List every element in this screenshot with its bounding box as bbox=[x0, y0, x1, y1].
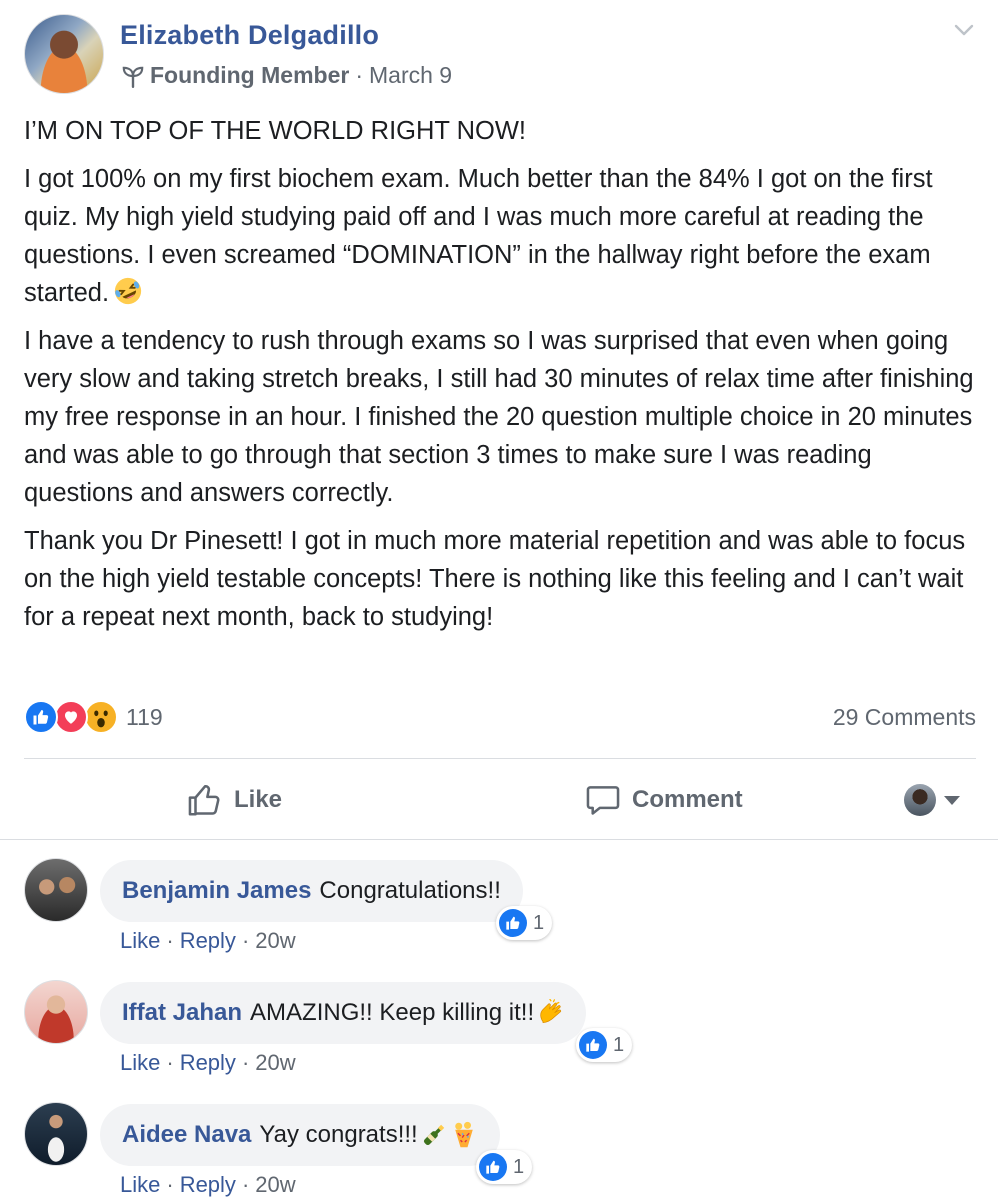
love-reaction-icon bbox=[54, 700, 88, 734]
separator-dot: · bbox=[241, 1050, 250, 1075]
react-as-selector[interactable] bbox=[904, 784, 960, 816]
comment-actions: Like · Reply · 20w bbox=[120, 1050, 296, 1076]
sprout-icon bbox=[122, 66, 144, 88]
comment-actions: Like · Reply · 20w bbox=[120, 1172, 296, 1198]
caret-down-icon bbox=[944, 795, 960, 805]
like-button[interactable]: Like bbox=[186, 762, 282, 838]
post-paragraph-text: I got 100% on my first biochem exam. Muc… bbox=[24, 165, 933, 307]
speech-bubble-icon bbox=[586, 786, 620, 815]
chevron-down-icon[interactable] bbox=[952, 18, 976, 42]
post-paragraph-with-emoji: I got 100% on my first biochem exam. Muc… bbox=[24, 160, 979, 312]
comment-item: Aidee Nava Yay congrats!!! 1 Like · Repl… bbox=[24, 1102, 976, 1202]
comment-reaction-number: 1 bbox=[613, 1033, 625, 1056]
post-stats: 119 29 Comments bbox=[24, 700, 976, 738]
comment-timestamp[interactable]: 20w bbox=[255, 1050, 295, 1076]
post-body: I’M ON TOP OF THE WORLD RIGHT NOW! I got… bbox=[24, 112, 979, 646]
separator-dot: · bbox=[241, 1172, 250, 1197]
comment-bubble: Aidee Nava Yay congrats!!! bbox=[100, 1104, 500, 1166]
like-reaction-icon bbox=[24, 700, 58, 734]
comment-item: Iffat Jahan AMAZING!! Keep killing it!! … bbox=[24, 980, 976, 1090]
comment-text: AMAZING!! Keep killing it!! bbox=[250, 999, 535, 1026]
clapping-hands-emoji bbox=[540, 999, 562, 1024]
confetti-emoji bbox=[454, 1121, 473, 1148]
actions-divider bbox=[0, 839, 998, 840]
meta-separator: · bbox=[355, 62, 363, 88]
commenter-name[interactable]: Aidee Nava bbox=[122, 1121, 251, 1149]
comment-reply-link[interactable]: Reply bbox=[180, 1172, 236, 1198]
comment-like-link[interactable]: Like bbox=[120, 1050, 160, 1076]
commenter-avatar[interactable] bbox=[24, 1102, 88, 1166]
comment-like-link[interactable]: Like bbox=[120, 1172, 160, 1198]
rolling-laughing-emoji bbox=[114, 277, 142, 305]
reaction-summary[interactable]: 119 bbox=[24, 700, 163, 734]
comment-reaction-count[interactable]: 1 bbox=[496, 906, 553, 940]
post-actions: Like Comment bbox=[24, 762, 976, 838]
comment-timestamp[interactable]: 20w bbox=[255, 1172, 295, 1198]
stats-divider bbox=[24, 758, 976, 759]
separator-dot: · bbox=[166, 1172, 174, 1197]
comment-reply-link[interactable]: Reply bbox=[180, 928, 236, 954]
comment-count[interactable]: 29 Comments bbox=[833, 704, 976, 731]
commenter-name[interactable]: Benjamin James bbox=[122, 877, 311, 905]
like-reaction-icon bbox=[479, 1153, 507, 1181]
comment-bubble: Iffat Jahan AMAZING!! Keep killing it!! bbox=[100, 982, 587, 1044]
post-paragraph: Thank you Dr Pinesett! I got in much mor… bbox=[24, 527, 966, 631]
like-button-label: Like bbox=[234, 786, 283, 813]
author-avatar[interactable] bbox=[24, 14, 104, 94]
like-reaction-icon bbox=[579, 1031, 607, 1059]
comment-bubble: Benjamin James Congratulations!! bbox=[100, 860, 523, 922]
comment-like-link[interactable]: Like bbox=[120, 928, 160, 954]
reaction-count[interactable]: 119 bbox=[126, 704, 163, 731]
comment-item: Benjamin James Congratulations!! 1 Like … bbox=[24, 858, 976, 968]
comment-actions: Like · Reply · 20w bbox=[120, 928, 296, 954]
like-reaction-icon bbox=[499, 909, 527, 937]
thumbs-up-icon bbox=[188, 784, 220, 816]
separator-dot: · bbox=[166, 928, 174, 953]
separator-dot: · bbox=[241, 928, 250, 953]
wow-reaction-icon bbox=[84, 700, 118, 734]
post-header: Elizabeth Delgadillo Founding Member · M… bbox=[24, 14, 976, 96]
comment-reply-link[interactable]: Reply bbox=[180, 1050, 236, 1076]
comment-button[interactable]: Comment bbox=[584, 762, 743, 838]
post-meta: Founding Member · March 9 bbox=[120, 62, 452, 89]
comment-reaction-number: 1 bbox=[533, 911, 545, 934]
comment-reaction-number: 1 bbox=[513, 1155, 525, 1178]
author-name[interactable]: Elizabeth Delgadillo bbox=[120, 20, 379, 51]
champagne-emoji bbox=[423, 1124, 444, 1146]
commenter-avatar[interactable] bbox=[24, 858, 88, 922]
post-paragraph: I’M ON TOP OF THE WORLD RIGHT NOW! bbox=[24, 117, 527, 145]
comment-text: Yay congrats!!! bbox=[259, 1121, 418, 1148]
post-paragraph: I have a tendency to rush through exams … bbox=[24, 327, 974, 507]
commenter-name[interactable]: Iffat Jahan bbox=[122, 999, 242, 1027]
comment-reaction-count[interactable]: 1 bbox=[476, 1150, 533, 1184]
member-badge: Founding Member bbox=[150, 62, 350, 88]
comment-timestamp[interactable]: 20w bbox=[255, 928, 295, 954]
current-user-avatar bbox=[904, 784, 936, 816]
post-date[interactable]: March 9 bbox=[369, 62, 452, 89]
separator-dot: · bbox=[166, 1050, 174, 1075]
comment-text: Congratulations!! bbox=[319, 877, 501, 904]
comment-button-label: Comment bbox=[632, 786, 743, 813]
comment-reaction-count[interactable]: 1 bbox=[576, 1028, 633, 1062]
commenter-avatar[interactable] bbox=[24, 980, 88, 1044]
